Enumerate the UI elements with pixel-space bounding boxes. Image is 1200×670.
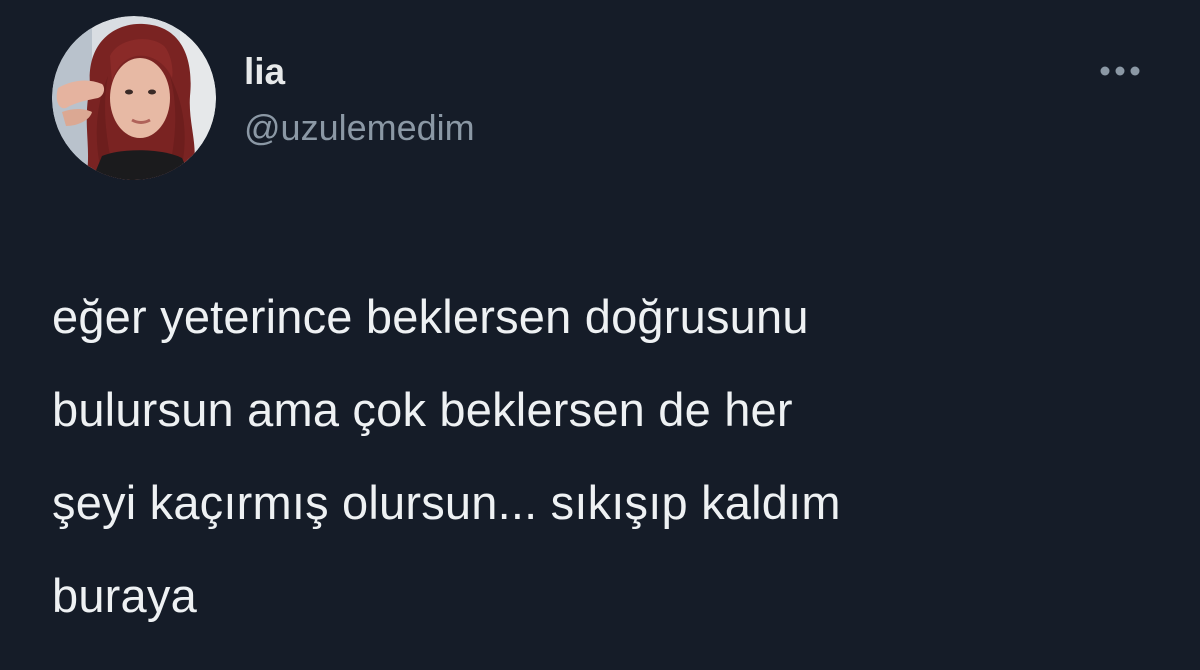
profile-photo-icon [52, 16, 216, 180]
author-info: lia @uzulemedim [244, 50, 475, 150]
user-handle[interactable]: @uzulemedim [244, 106, 475, 150]
display-name[interactable]: lia [244, 50, 475, 94]
tweet-text: eğer yeterince beklersen doğrusunu bulur… [52, 290, 841, 622]
more-horizontal-icon [1100, 66, 1140, 76]
avatar[interactable] [52, 16, 216, 180]
tweet-card: lia @uzulemedim eğer yeterince beklersen… [0, 0, 1200, 670]
more-options-button[interactable] [1096, 58, 1144, 84]
